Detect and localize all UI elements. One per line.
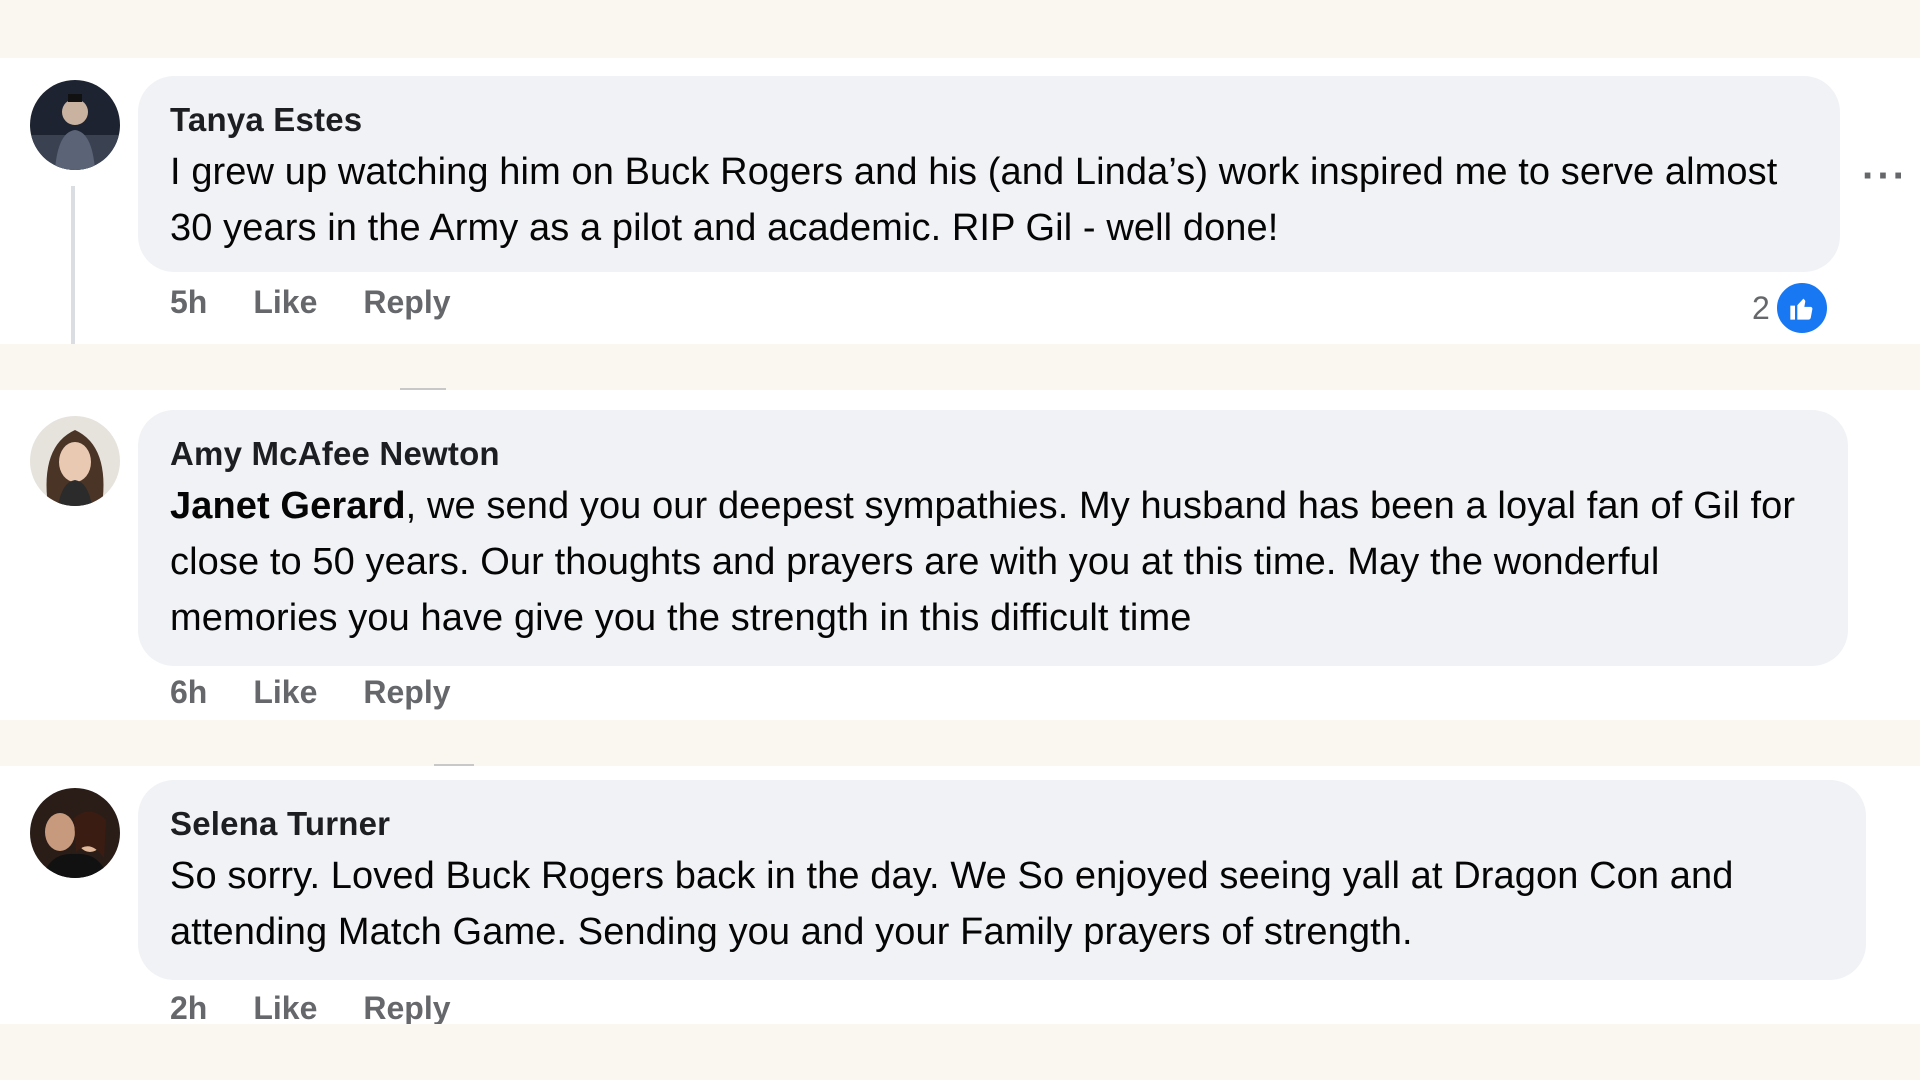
comment-timestamp[interactable]: 2h	[170, 990, 207, 1024]
comment-actions: 2h Like Reply	[170, 990, 497, 1024]
thumbs-up-glyph	[1790, 298, 1813, 320]
reaction-count: 2	[1752, 289, 1770, 326]
comment-text: I grew up watching him on Buck Rogers an…	[170, 151, 1778, 249]
comment-timestamp[interactable]: 5h	[170, 284, 207, 321]
comment-actions: 6h Like Reply	[170, 674, 497, 711]
comment-body: , we send you our deepest sympathies. My…	[170, 485, 1796, 639]
comment-amy-mcafee-newton: Amy McAfee Newton Janet Gerard, we send …	[0, 390, 1920, 720]
comment-author[interactable]: Amy McAfee Newton	[170, 434, 1816, 474]
comment-selena-turner: Selena Turner So sorry. Loved Buck Roger…	[0, 766, 1920, 1024]
comment-author[interactable]: Tanya Estes	[170, 100, 1808, 140]
avatar-photo	[30, 416, 120, 506]
comment-bubble: Selena Turner So sorry. Loved Buck Roger…	[138, 780, 1866, 980]
comment-text: Janet Gerard, we send you our deepest sy…	[170, 478, 1816, 646]
thread-line	[71, 186, 75, 344]
reply-button[interactable]: Reply	[363, 674, 450, 711]
comment-text: So sorry. Loved Buck Rogers back in the …	[170, 855, 1734, 953]
avatar-photo	[30, 788, 120, 878]
more-options-icon[interactable]: ···	[1862, 154, 1908, 199]
like-button[interactable]: Like	[253, 284, 317, 321]
reply-button[interactable]: Reply	[363, 284, 450, 321]
comment-tanya-estes: Tanya Estes I grew up watching him on Bu…	[0, 58, 1920, 344]
comment-bubble: Tanya Estes I grew up watching him on Bu…	[138, 76, 1840, 272]
avatar[interactable]	[30, 80, 120, 170]
avatar-photo	[30, 80, 120, 170]
comment-actions: 5h Like Reply	[170, 284, 497, 321]
reaction-summary[interactable]: 2	[1752, 280, 1830, 336]
like-button[interactable]: Like	[253, 674, 317, 711]
mention-link[interactable]: Janet Gerard	[170, 485, 406, 527]
avatar[interactable]	[30, 788, 120, 878]
like-button[interactable]: Like	[253, 990, 317, 1024]
comment-author[interactable]: Selena Turner	[170, 804, 1834, 844]
comment-timestamp[interactable]: 6h	[170, 674, 207, 711]
avatar[interactable]	[30, 416, 120, 506]
reply-button[interactable]: Reply	[363, 990, 450, 1024]
comment-bubble: Amy McAfee Newton Janet Gerard, we send …	[138, 410, 1848, 666]
thumbs-up-icon	[1773, 280, 1830, 336]
